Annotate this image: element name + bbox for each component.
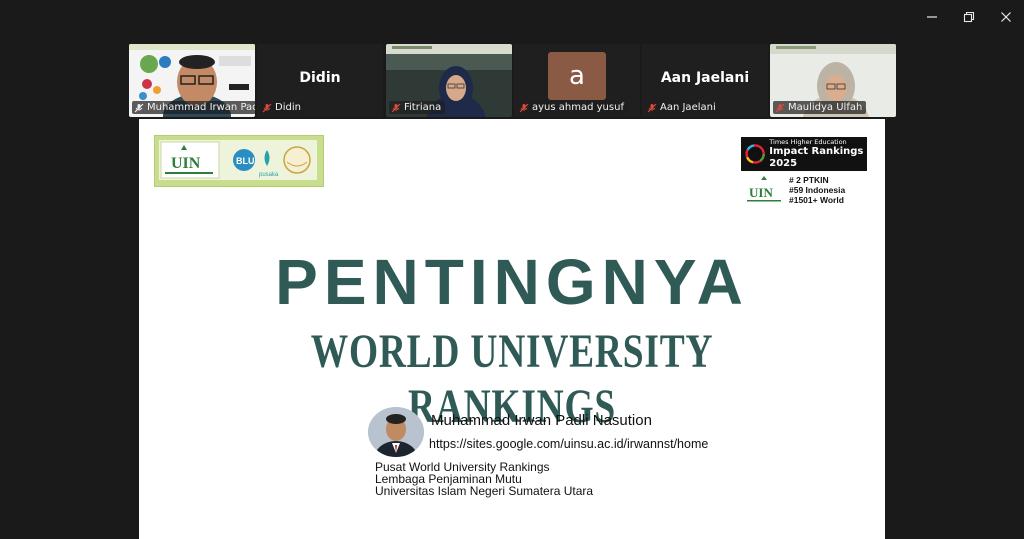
uin-small-logo-text: UIN (749, 185, 773, 200)
restore-button[interactable] (954, 6, 984, 28)
avatar: a (548, 52, 606, 100)
pusaka-logo-icon (264, 150, 270, 166)
mic-muted-icon (134, 103, 144, 112)
mic-muted-icon (391, 103, 401, 112)
the-badge-line2: Impact Rankings 2025 (769, 146, 864, 169)
participant-label: Didin (260, 101, 305, 114)
mic-muted-icon (519, 103, 529, 112)
close-icon (1001, 12, 1011, 22)
uin-logo-icon: UIN BLU pusaka (160, 141, 311, 179)
ranking-summary: UIN # 2 PTKIN #59 Indonesia #1501+ World (743, 175, 863, 207)
minimize-icon (927, 16, 937, 18)
uin-logo-text: UIN (171, 155, 201, 172)
shared-screen-slide: UIN BLU pusaka Times Higher Education Im… (139, 119, 885, 539)
author-name: Muhammad Irwan Padli Nasution (431, 412, 652, 429)
participant-tile-aan[interactable]: Aan Jaelani Aan Jaelani (642, 44, 768, 117)
participant-display-name: Aan Jaelani (660, 70, 750, 86)
participant-name: Maulidya Ulfah (788, 102, 863, 113)
mic-muted-icon (647, 103, 657, 112)
rank-world: #1501+ World (789, 195, 844, 205)
participant-tile-muhammad[interactable]: Muhammad Irwan Pad... (129, 44, 255, 117)
participant-label: Fitriana (389, 101, 446, 114)
author-affiliation: Pusat World University Rankings Lembaga … (375, 461, 593, 497)
sdg-wheel-icon (745, 144, 765, 164)
participant-tile-ayus[interactable]: a ayus ahmad yusuf (514, 44, 640, 117)
participant-label: Muhammad Irwan Pad... (132, 101, 255, 114)
restore-icon (963, 11, 975, 23)
participant-name: Fitriana (404, 102, 442, 113)
participant-display-name: Didin (299, 70, 341, 86)
minimize-button[interactable] (917, 6, 947, 28)
participant-name: Muhammad Irwan Pad... (147, 102, 255, 113)
participant-label: ayus ahmad yusuf (517, 101, 628, 114)
participant-tile-didin[interactable]: Didin Didin (257, 44, 383, 117)
rank-ptkin: # 2 PTKIN (789, 175, 829, 185)
affiliation-line: Universitas Islam Negeri Sumatera Utara (375, 484, 594, 498)
times-higher-education-badge: Times Higher Education Impact Rankings 2… (741, 137, 867, 171)
participant-tile-maulidya[interactable]: Maulidya Ulfah (770, 44, 896, 117)
institution-logos: UIN BLU pusaka (154, 135, 324, 187)
uin-small-logo-icon: UIN (747, 176, 781, 202)
blu-logo-text: BLU (236, 156, 255, 166)
participant-label: Aan Jaelani (645, 101, 720, 114)
award-laurel-icon (283, 146, 311, 174)
participant-name: Aan Jaelani (660, 102, 716, 113)
slide-title: PENTINGNYA (275, 246, 749, 318)
participant-tile-fitriana[interactable]: Fitriana (386, 44, 512, 117)
mic-muted-icon (262, 103, 272, 112)
author-photo (368, 407, 424, 457)
mic-muted-icon (775, 103, 785, 112)
the-badge-line1: Times Higher Education (769, 138, 847, 146)
participant-name: ayus ahmad yusuf (532, 102, 624, 113)
close-button[interactable] (991, 6, 1021, 28)
pusaka-logo-text: pusaka (259, 172, 279, 178)
author-url: https://sites.google.com/uinsu.ac.id/irw… (429, 437, 709, 451)
participant-label: Maulidya Ulfah (773, 101, 867, 114)
participant-name: Didin (275, 102, 301, 113)
rank-indonesia: #59 Indonesia (789, 185, 846, 195)
